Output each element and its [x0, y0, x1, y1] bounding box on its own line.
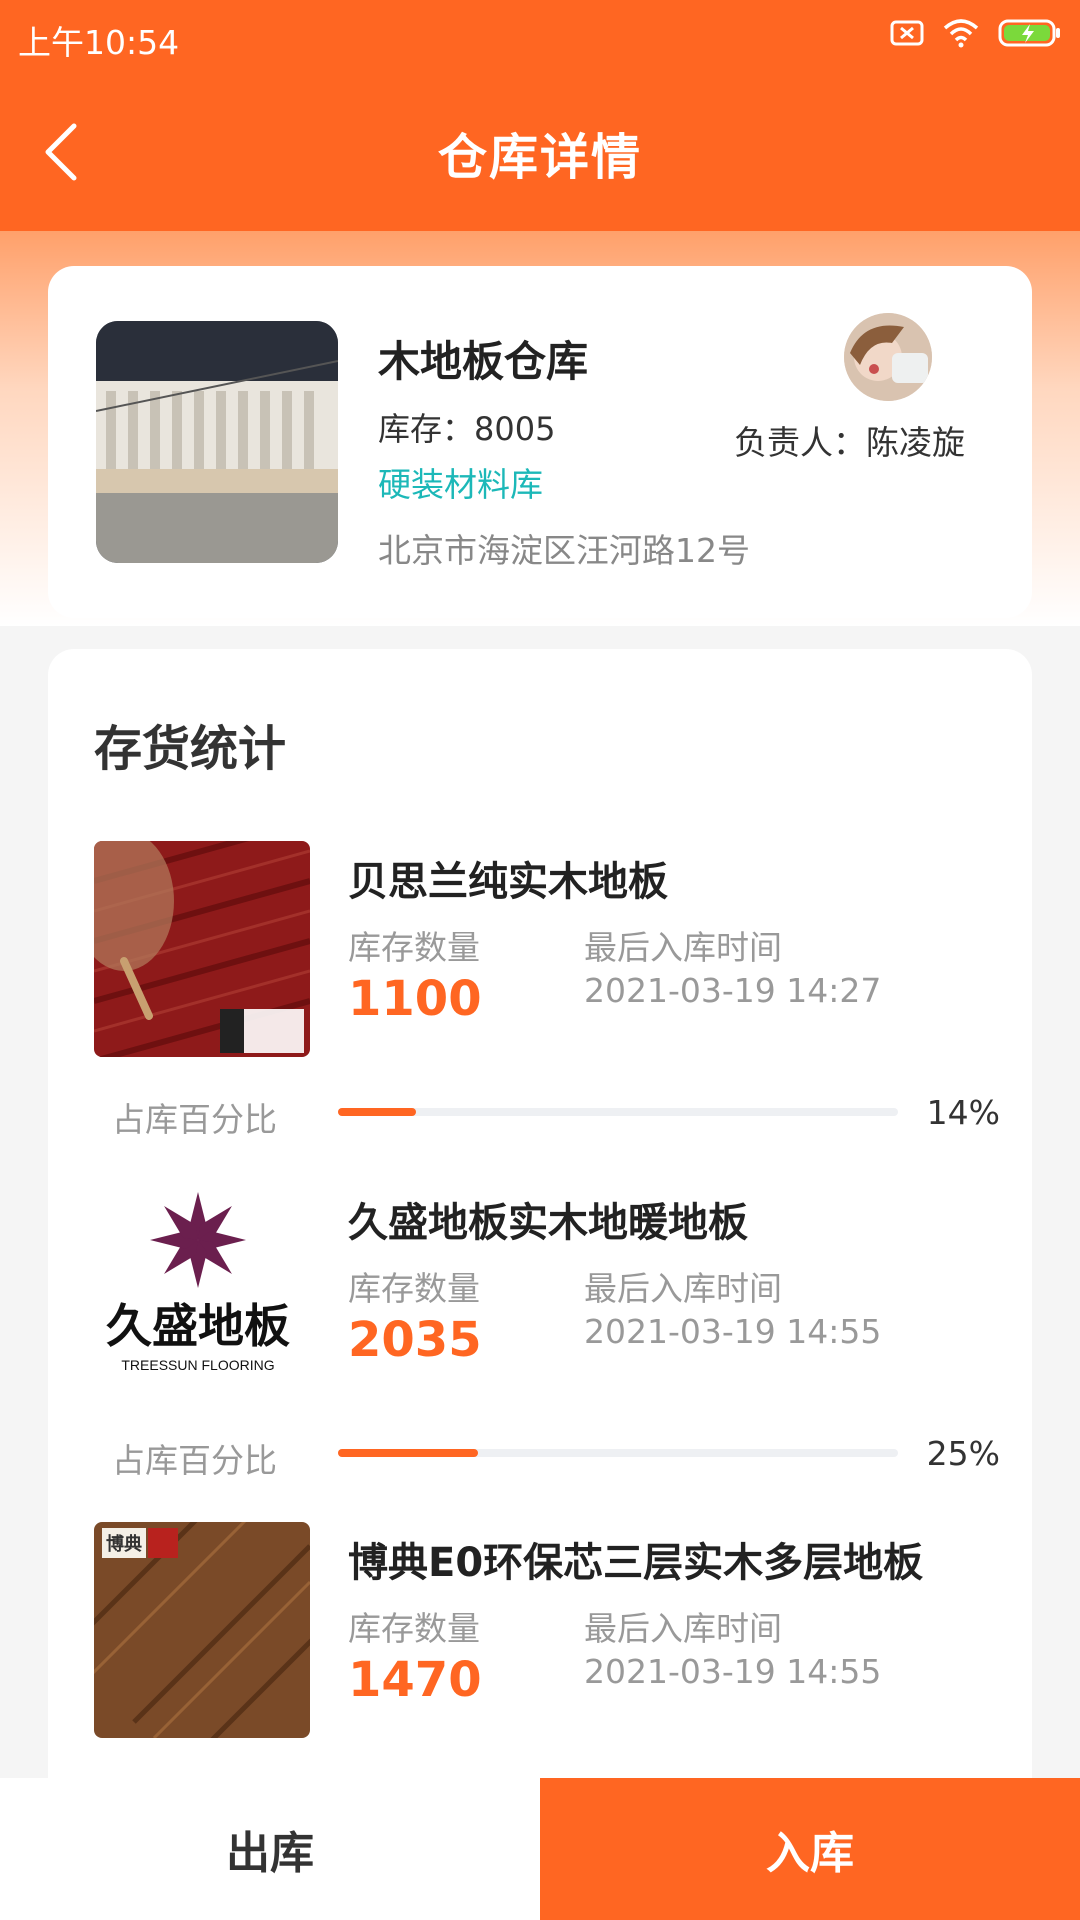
- status-time: 上午10:54: [18, 23, 180, 62]
- stock-in-button[interactable]: 入库: [540, 1778, 1080, 1920]
- logo-subtext: TREESSUN FLOORING: [121, 1357, 274, 1373]
- bottom-action-bar: 出库 入库: [0, 1778, 1080, 1920]
- inventory-card: 存货统计 贝思兰纯实木地板 库存数量 最后入库时间 1100 2021-03-1…: [48, 649, 1032, 1920]
- status-icons: [890, 18, 1062, 48]
- product-image: [94, 841, 310, 1057]
- product-name: 久盛地板实木地暖地板: [348, 1200, 748, 1246]
- qty-value: 1100: [348, 971, 482, 1027]
- product-image: 博典: [94, 1522, 310, 1738]
- time-value: 2021-03-19 14:55: [584, 1312, 882, 1351]
- percent-label: 占库百分比: [112, 1441, 277, 1480]
- manager-label: 负责人：陈凌旋: [734, 423, 965, 462]
- stock-out-button[interactable]: 出库: [0, 1778, 540, 1920]
- percent-value: 14%: [926, 1093, 1000, 1132]
- warehouse-stock: 库存：8005: [378, 410, 556, 448]
- warehouse-card[interactable]: 木地板仓库 库存：8005 硬装材料库 北京市海淀区汪河路12号 负责人：陈凌旋: [48, 266, 1032, 618]
- warehouse-category: 硬装材料库: [378, 465, 543, 504]
- qty-label: 库存数量: [348, 1609, 480, 1648]
- warehouse-photo: [96, 321, 338, 563]
- time-value: 2021-03-19 14:27: [584, 971, 882, 1010]
- nav-bar: 仓库详情: [0, 76, 1080, 231]
- time-value: 2021-03-19 14:55: [584, 1652, 882, 1691]
- qty-label: 库存数量: [348, 928, 480, 967]
- status-bar: 上午10:54: [0, 0, 1080, 76]
- qty-value: 2035: [348, 1312, 482, 1368]
- product-logo: 久盛地板 TREESSUN FLOORING: [94, 1182, 310, 1398]
- progress-bar: [338, 1449, 898, 1457]
- avatar[interactable]: [844, 313, 932, 401]
- warehouse-address: 北京市海淀区汪河路12号: [378, 531, 750, 570]
- logo-text: 博典: [106, 1533, 142, 1554]
- progress-fill: [338, 1108, 417, 1116]
- qty-value: 1470: [348, 1652, 482, 1708]
- time-label: 最后入库时间: [584, 1269, 782, 1308]
- battery-icon: [998, 19, 1060, 47]
- time-label: 最后入库时间: [584, 1609, 782, 1648]
- sim-card-icon: [890, 20, 924, 46]
- qty-label: 库存数量: [348, 1269, 480, 1308]
- list-item[interactable]: 久盛地板 TREESSUN FLOORING 久盛地板实木地暖地板 库存数量 最…: [48, 1182, 1032, 1522]
- time-label: 最后入库时间: [584, 928, 782, 967]
- product-name: 博典E0环保芯三层实木多层地板: [348, 1540, 924, 1586]
- progress-fill: [338, 1449, 478, 1457]
- section-title: 存货统计: [94, 721, 287, 777]
- page-title: 仓库详情: [437, 129, 642, 186]
- list-item[interactable]: 贝思兰纯实木地板 库存数量 最后入库时间 1100 2021-03-19 14:…: [48, 841, 1032, 1181]
- wifi-icon: [943, 19, 979, 48]
- percent-value: 25%: [926, 1434, 1000, 1473]
- product-name: 贝思兰纯实木地板: [348, 859, 668, 905]
- progress-bar: [338, 1108, 898, 1116]
- percent-label: 占库百分比: [112, 1100, 277, 1139]
- logo-text: 久盛地板: [106, 1300, 290, 1352]
- warehouse-name: 木地板仓库: [378, 337, 589, 386]
